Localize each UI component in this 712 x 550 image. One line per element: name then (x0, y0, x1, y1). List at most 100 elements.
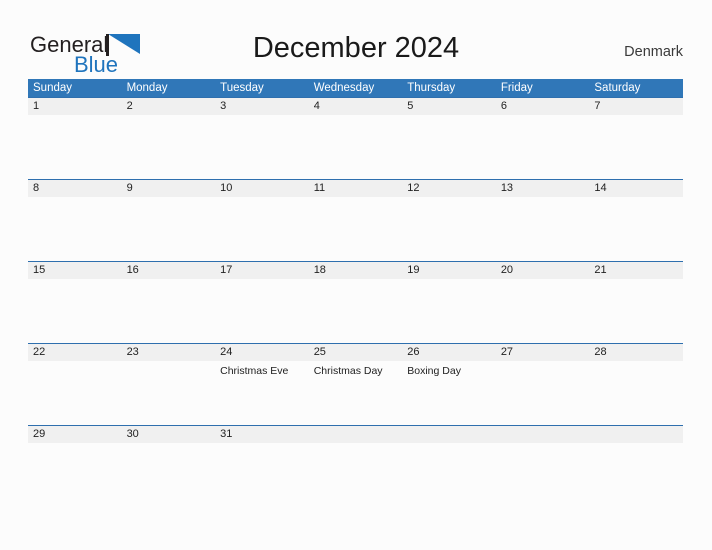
day-cell[interactable] (589, 426, 683, 443)
day-cell[interactable] (309, 426, 403, 443)
day-number: 10 (220, 182, 233, 194)
day-cell[interactable]: 19 (402, 262, 496, 279)
event-cell[interactable] (402, 115, 496, 179)
event-cell[interactable]: Christmas Day (309, 361, 403, 425)
day-cell[interactable]: 6 (496, 98, 590, 115)
weekday-monday: Monday (126, 82, 168, 94)
day-cell[interactable]: 9 (122, 180, 216, 197)
day-cell[interactable]: 18 (309, 262, 403, 279)
day-cell[interactable]: 15 (28, 262, 122, 279)
day-cell[interactable]: 7 (589, 98, 683, 115)
event-cell[interactable] (28, 443, 122, 473)
page-title: December 2024 (252, 32, 460, 64)
event-cell[interactable] (215, 197, 309, 261)
event-cell[interactable] (28, 115, 122, 179)
event-cell[interactable] (122, 361, 216, 425)
event-cell[interactable] (402, 443, 496, 473)
event-label: Christmas Eve (220, 365, 289, 377)
day-cell[interactable]: 20 (496, 262, 590, 279)
day-cell[interactable]: 31 (215, 426, 309, 443)
day-cell[interactable]: 22 (28, 344, 122, 361)
event-cell[interactable] (309, 197, 403, 261)
day-number: 2 (126, 100, 133, 112)
day-number: 6 (500, 100, 507, 112)
day-number: 31 (220, 428, 233, 440)
day-cell[interactable]: 2 (122, 98, 216, 115)
day-number: 18 (313, 264, 326, 276)
week-date-band: 8 9 10 11 12 13 14 (28, 179, 683, 197)
day-cell[interactable] (402, 426, 496, 443)
weekday-thursday: Thursday (407, 82, 456, 94)
weekday-sunday: Sunday (33, 82, 73, 94)
day-cell[interactable]: 25 (309, 344, 403, 361)
day-number: 20 (500, 264, 514, 276)
page-header: General Blue December 2024 Denmark (0, 0, 712, 76)
event-cell[interactable] (28, 361, 122, 425)
day-number: 17 (220, 264, 233, 276)
event-cell[interactable] (215, 279, 309, 343)
week-row: 8 9 10 11 12 13 14 (28, 179, 683, 261)
day-number: 22 (33, 346, 46, 358)
event-cell[interactable] (122, 279, 216, 343)
day-cell[interactable]: 23 (122, 344, 216, 361)
event-cell[interactable] (402, 279, 496, 343)
event-cell[interactable] (215, 115, 309, 179)
event-cell[interactable] (496, 279, 590, 343)
day-cell[interactable]: 30 (122, 426, 216, 443)
week-date-band: 22 23 24 25 26 27 28 (28, 343, 683, 361)
day-cell[interactable]: 10 (215, 180, 309, 197)
event-cell[interactable] (28, 279, 122, 343)
event-cell[interactable] (402, 197, 496, 261)
week-date-band: 29 30 31 (28, 425, 683, 443)
day-cell[interactable]: 13 (496, 180, 590, 197)
day-cell[interactable]: 21 (589, 262, 683, 279)
day-cell[interactable]: 29 (28, 426, 122, 443)
day-number: 5 (407, 100, 414, 112)
weekday-friday: Friday (500, 82, 533, 94)
day-number: 1 (33, 100, 40, 112)
event-cell[interactable]: Christmas Eve (215, 361, 309, 425)
day-number: 29 (33, 428, 46, 440)
day-number: 13 (500, 182, 514, 194)
week-event-band (28, 443, 683, 473)
event-cell[interactable] (122, 443, 216, 473)
event-cell[interactable] (309, 115, 403, 179)
event-cell[interactable] (589, 443, 683, 473)
event-cell[interactable] (28, 197, 122, 261)
day-cell[interactable]: 17 (215, 262, 309, 279)
event-cell[interactable] (215, 443, 309, 473)
event-cell[interactable] (589, 197, 683, 261)
event-cell[interactable] (496, 115, 590, 179)
day-cell[interactable]: 3 (215, 98, 309, 115)
day-cell[interactable]: 12 (402, 180, 496, 197)
day-cell[interactable]: 4 (309, 98, 403, 115)
event-cell[interactable] (496, 197, 590, 261)
day-cell[interactable] (496, 426, 590, 443)
day-cell[interactable]: 1 (28, 98, 122, 115)
day-cell[interactable]: 27 (496, 344, 590, 361)
day-cell[interactable]: 8 (28, 180, 122, 197)
day-number: 26 (407, 346, 420, 358)
day-cell[interactable]: 16 (122, 262, 216, 279)
event-cell[interactable] (496, 443, 590, 473)
day-cell[interactable]: 14 (589, 180, 683, 197)
weekday-wednesday: Wednesday (313, 82, 375, 94)
event-cell[interactable] (589, 361, 683, 425)
event-cell[interactable] (122, 115, 216, 179)
day-cell[interactable]: 11 (309, 180, 403, 197)
day-cell[interactable]: 5 (402, 98, 496, 115)
day-number: 23 (126, 346, 139, 358)
event-cell[interactable] (589, 279, 683, 343)
event-cell[interactable] (122, 197, 216, 261)
event-cell[interactable] (496, 361, 590, 425)
event-cell[interactable]: Boxing Day (402, 361, 496, 425)
calendar-grid: Sunday Monday Tuesday Wednesday Thursday… (28, 79, 683, 473)
event-cell[interactable] (309, 279, 403, 343)
day-number: 11 (313, 182, 326, 194)
event-cell[interactable] (309, 443, 403, 473)
day-cell[interactable]: 24 (215, 344, 309, 361)
day-cell[interactable]: 26 (402, 344, 496, 361)
day-number: 4 (313, 100, 320, 112)
day-cell[interactable]: 28 (589, 344, 683, 361)
event-cell[interactable] (589, 115, 683, 179)
